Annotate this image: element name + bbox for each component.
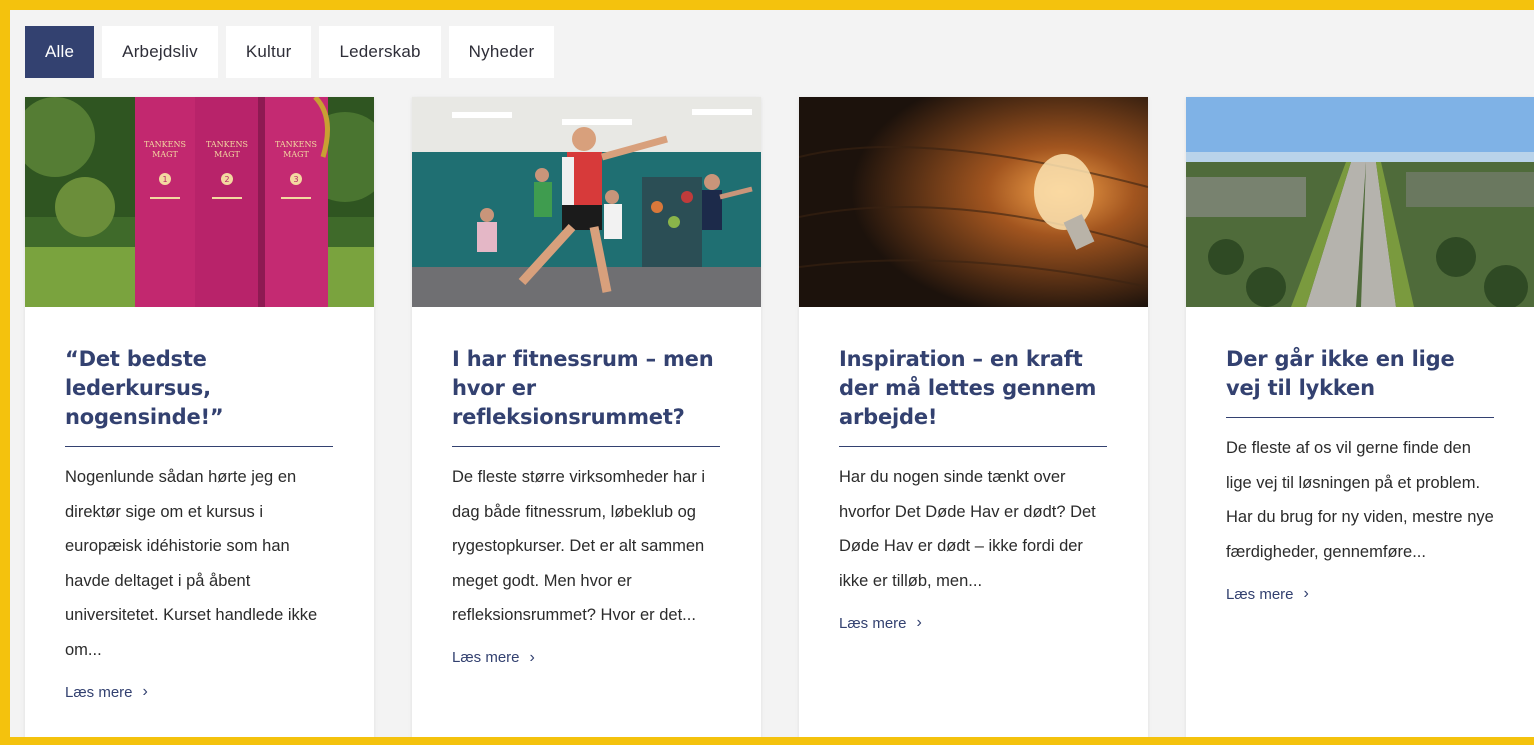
filter-kultur[interactable]: Kultur — [225, 26, 312, 78]
read-more-link[interactable]: Læs mere › — [452, 649, 535, 667]
chevron-right-icon: › — [916, 614, 922, 631]
book-label-text: TANKENS — [144, 140, 186, 149]
title-divider — [65, 446, 333, 447]
article-card[interactable]: Inspiration – en kraft der må lettes gen… — [799, 97, 1148, 737]
filter-alle[interactable]: Alle — [25, 26, 95, 78]
article-excerpt: Har du nogen sinde tænkt over hvorfor De… — [839, 468, 1096, 590]
article-title[interactable]: Der går ikke en lige vej til lykken — [1226, 345, 1495, 403]
title-divider — [839, 446, 1107, 447]
read-more-label: Læs mere — [1226, 585, 1294, 603]
article-excerpt: De fleste af os vil gerne finde den lige… — [1226, 439, 1494, 561]
article-card[interactable]: Der går ikke en lige vej til lykken De f… — [1186, 97, 1534, 737]
category-filter-bar: Alle Arbejdsliv Kultur Lederskab Nyheder — [25, 26, 555, 78]
article-image-lightbulb[interactable] — [799, 97, 1148, 307]
chevron-right-icon: › — [1303, 585, 1309, 602]
article-image-fitness[interactable] — [412, 97, 761, 307]
book-label-text: MAGT — [283, 150, 309, 159]
read-more-link[interactable]: Læs mere › — [1226, 585, 1309, 603]
filter-nyheder[interactable]: Nyheder — [448, 26, 555, 78]
article-excerpt: De fleste større virksomheder har i dag … — [452, 468, 706, 624]
chevron-right-icon: › — [529, 648, 535, 666]
filter-arbejdsliv[interactable]: Arbejdsliv — [102, 26, 218, 78]
book-volume-number: 2 — [224, 175, 229, 184]
article-card[interactable]: I har fitnessrum – men hvor er refleksio… — [412, 97, 761, 737]
title-divider — [452, 446, 720, 447]
article-card[interactable]: TANKENS MAGT TANKENS MAGT TANKENS MAGT 1… — [25, 97, 374, 737]
book-label-text: TANKENS — [206, 140, 248, 149]
book-label-text: MAGT — [152, 150, 178, 159]
article-title[interactable]: “Det bedste lederkursus, nogensinde!” — [65, 345, 334, 432]
read-more-label: Læs mere — [839, 614, 907, 632]
article-title[interactable]: I har fitnessrum – men hvor er refleksio… — [452, 345, 721, 432]
read-more-link[interactable]: Læs mere › — [65, 683, 148, 701]
book-volume-number: 1 — [162, 175, 167, 184]
title-divider — [1226, 417, 1494, 418]
filter-lederskab[interactable]: Lederskab — [319, 26, 441, 78]
book-volume-number: 3 — [293, 175, 298, 184]
book-label-text: TANKENS — [275, 140, 317, 149]
article-excerpt: Nogenlunde sådan hørte jeg en direktør s… — [65, 468, 318, 659]
read-more-link[interactable]: Læs mere › — [839, 614, 922, 632]
article-image-highway[interactable] — [1186, 97, 1534, 307]
article-title[interactable]: Inspiration – en kraft der må lettes gen… — [839, 345, 1108, 432]
content-frame: Alle Arbejdsliv Kultur Lederskab Nyheder… — [10, 10, 1534, 737]
article-image-books[interactable]: TANKENS MAGT TANKENS MAGT TANKENS MAGT 1… — [25, 97, 374, 307]
chevron-right-icon: › — [142, 683, 148, 700]
read-more-label: Læs mere — [452, 649, 520, 666]
book-label-text: MAGT — [214, 150, 240, 159]
read-more-label: Læs mere — [65, 683, 133, 701]
